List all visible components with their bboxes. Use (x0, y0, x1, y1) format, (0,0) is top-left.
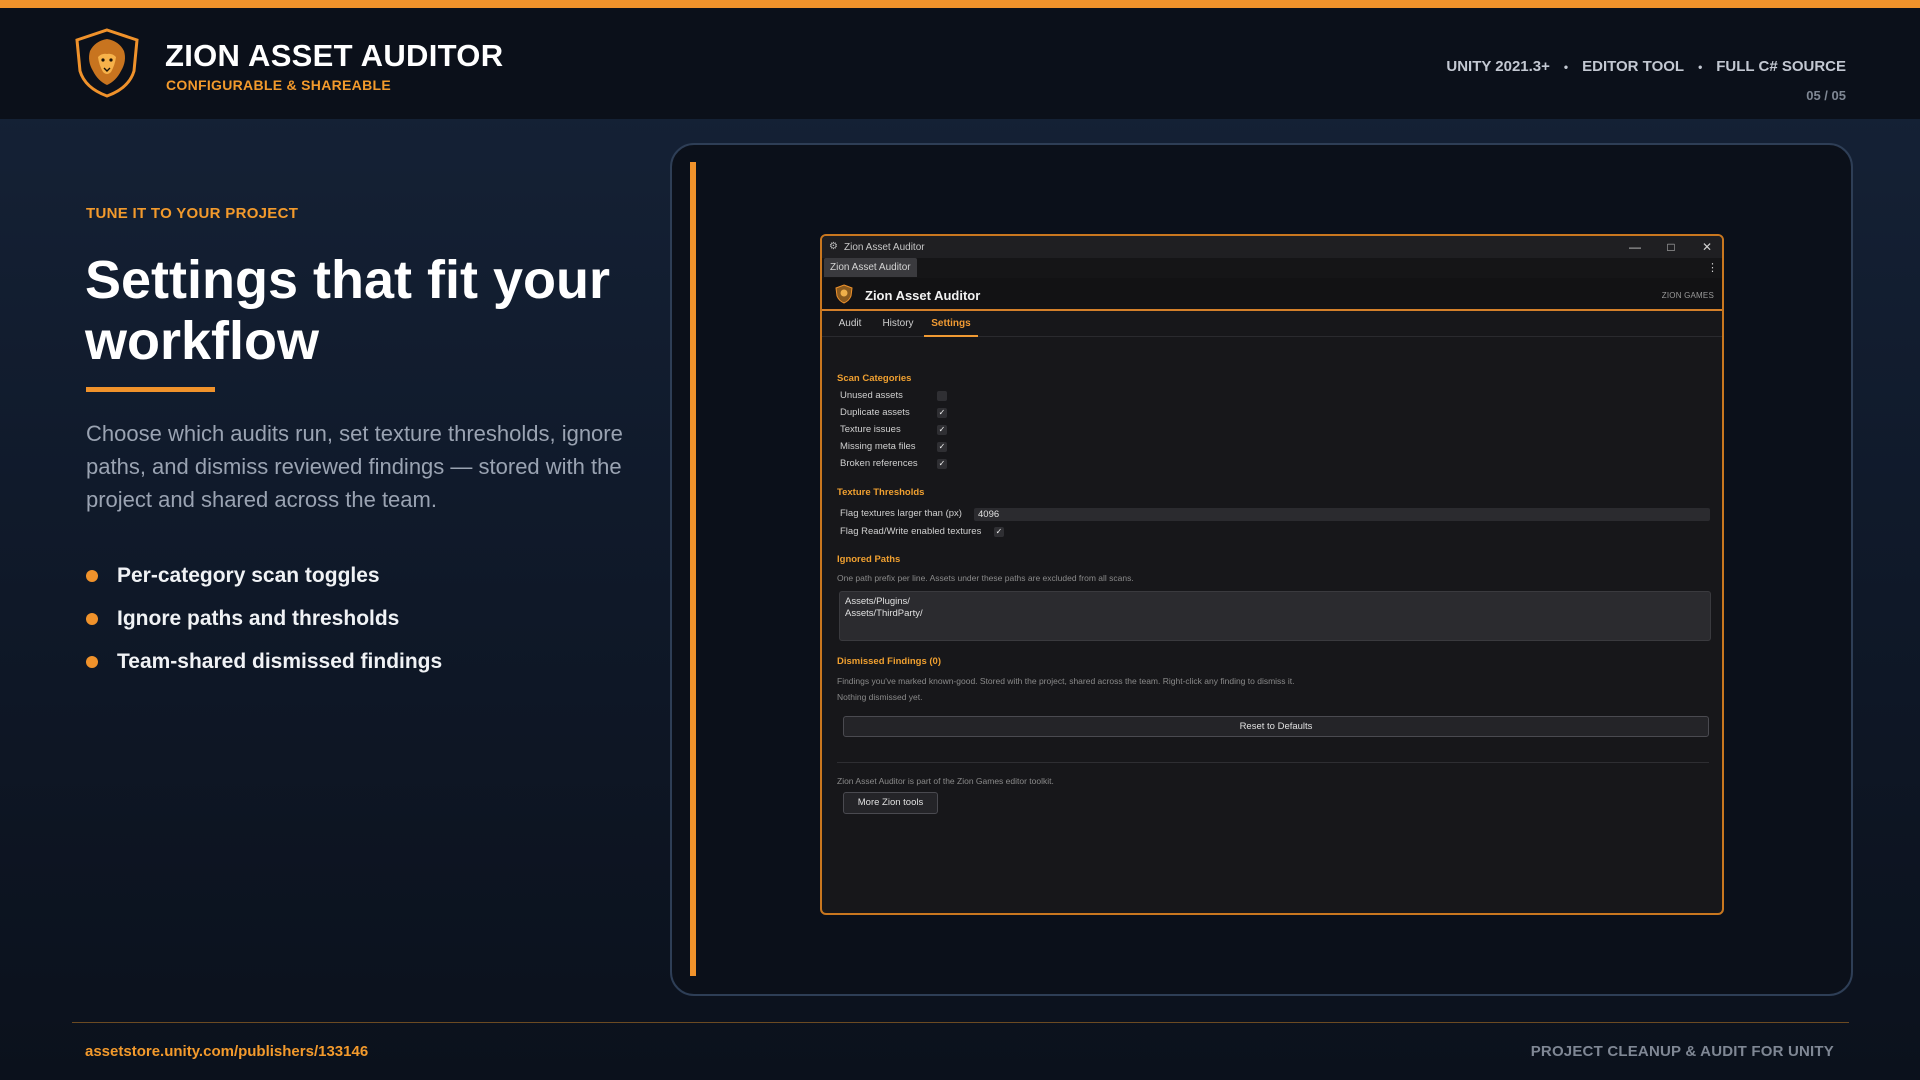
section-divider (837, 762, 1709, 763)
brand-title: ZION ASSET AUDITOR (165, 38, 504, 73)
publisher-link[interactable]: assetstore.unity.com/publishers/133146 (85, 1043, 368, 1060)
texture-size-label: Flag textures larger than (px) (840, 508, 962, 519)
dismissed-findings-title: Dismissed Findings (0) (837, 656, 941, 667)
meta-separator: • (1698, 59, 1703, 74)
toolkit-note: Zion Asset Auditor is part of the Zion G… (837, 776, 1054, 786)
dock-tab-strip (822, 258, 1722, 278)
duplicate-assets-checkbox[interactable]: ✓ (937, 408, 947, 418)
dismissed-empty-text: Nothing dismissed yet. (837, 692, 923, 702)
ignored-paths-title: Ignored Paths (837, 554, 901, 565)
lion-shield-logo-icon (75, 28, 139, 98)
title-underline (86, 387, 215, 392)
app-title: Zion Asset Auditor (865, 288, 981, 303)
meta-separator: • (1563, 59, 1569, 74)
feature-label: Team-shared dismissed findings (117, 649, 443, 673)
category-label-missing-meta: Missing meta files (840, 441, 916, 452)
ignored-path-line: Assets/Plugins/ (845, 596, 910, 607)
more-zion-tools-button[interactable]: More Zion tools (843, 792, 938, 814)
category-label-texture: Texture issues (840, 424, 901, 435)
unused-assets-checkbox[interactable] (937, 391, 947, 401)
footer-tagline: PROJECT CLEANUP & AUDIT FOR UNITY (1530, 1043, 1834, 1060)
bullet-dot-icon (86, 655, 98, 668)
bullet-dot-icon (86, 569, 98, 582)
brand-subtitle: CONFIGURABLE & SHAREABLE (166, 77, 391, 93)
page-indicator: 05 / 05 (1806, 88, 1846, 103)
feature-item: Ignore paths and thresholds (86, 597, 442, 640)
read-write-checkbox[interactable]: ✓ (994, 527, 1004, 537)
reset-to-defaults-button[interactable]: Reset to Defaults (843, 716, 1709, 737)
scan-categories-title: Scan Categories (837, 373, 912, 384)
texture-thresholds-title: Texture Thresholds (837, 487, 925, 498)
dismissed-findings-help: Findings you've marked known-good. Store… (837, 676, 1295, 686)
ignored-paths-help: One path prefix per line. Assets under t… (837, 573, 1134, 583)
meta-editor-tool: EDITOR TOOL (1582, 58, 1685, 75)
feature-item: Per-category scan toggles (86, 554, 442, 597)
read-write-label: Flag Read/Write enabled textures (840, 526, 982, 537)
minimize-icon[interactable]: — (1620, 239, 1650, 255)
close-icon[interactable]: ✕ (1692, 239, 1722, 255)
missing-meta-checkbox[interactable]: ✓ (937, 442, 947, 452)
ignored-paths-textarea[interactable]: Assets/Plugins/ Assets/ThirdParty/ (839, 591, 1711, 641)
category-label-duplicate: Duplicate assets (840, 407, 910, 418)
feature-list: Per-category scan toggles Ignore paths a… (86, 554, 442, 683)
page-title: Settings that fit your workflow (85, 250, 610, 371)
ignored-path-line: Assets/ThirdParty/ (845, 608, 923, 619)
feature-item: Team-shared dismissed findings (86, 640, 442, 683)
tab-audit[interactable]: Audit (832, 313, 868, 337)
maximize-icon[interactable]: □ (1656, 239, 1686, 255)
meta-source: FULL C# SOURCE (1716, 58, 1846, 75)
dock-tab[interactable]: Zion Asset Auditor (824, 258, 917, 277)
window-titlebar[interactable]: ⚙ Zion Asset Auditor — □ ✕ (822, 236, 1722, 258)
window-app-icon: ⚙ (829, 241, 838, 252)
meta-unity-version: UNITY 2021.3+ (1446, 58, 1550, 75)
kebab-menu-icon[interactable]: ⋮ (1707, 261, 1718, 274)
editor-window: ⚙ Zion Asset Auditor — □ ✕ Zion Asset Au… (820, 234, 1724, 915)
top-accent-bar (0, 0, 1920, 8)
broken-references-checkbox[interactable]: ✓ (937, 459, 947, 469)
texture-size-input[interactable]: 4096 (974, 508, 1710, 521)
feature-label: Per-category scan toggles (117, 563, 380, 587)
window-title: Zion Asset Auditor (844, 242, 925, 253)
slide-header: ZION ASSET AUDITOR CONFIGURABLE & SHAREA… (0, 8, 1920, 119)
tab-history[interactable]: History (876, 313, 920, 337)
header-meta: UNITY 2021.3+ • EDITOR TOOL • FULL C# SO… (1446, 58, 1846, 75)
app-header: Zion Asset Auditor ZION GAMES (822, 278, 1722, 311)
category-label-unused: Unused assets (840, 390, 903, 401)
feature-label: Ignore paths and thresholds (117, 606, 400, 630)
texture-issues-checkbox[interactable]: ✓ (937, 425, 947, 435)
tab-settings[interactable]: Settings (924, 313, 978, 337)
section-eyebrow: TUNE IT TO YOUR PROJECT (86, 205, 299, 222)
settings-tabs: Audit History Settings (822, 313, 1722, 337)
bullet-dot-icon (86, 612, 98, 625)
description: Choose which audits run, set texture thr… (86, 421, 623, 512)
category-label-broken-refs: Broken references (840, 458, 918, 469)
app-brand: ZION GAMES (1661, 291, 1714, 300)
frame-accent-bar (690, 162, 696, 976)
lion-logo-icon (835, 284, 853, 304)
footer-divider (72, 1022, 1849, 1023)
